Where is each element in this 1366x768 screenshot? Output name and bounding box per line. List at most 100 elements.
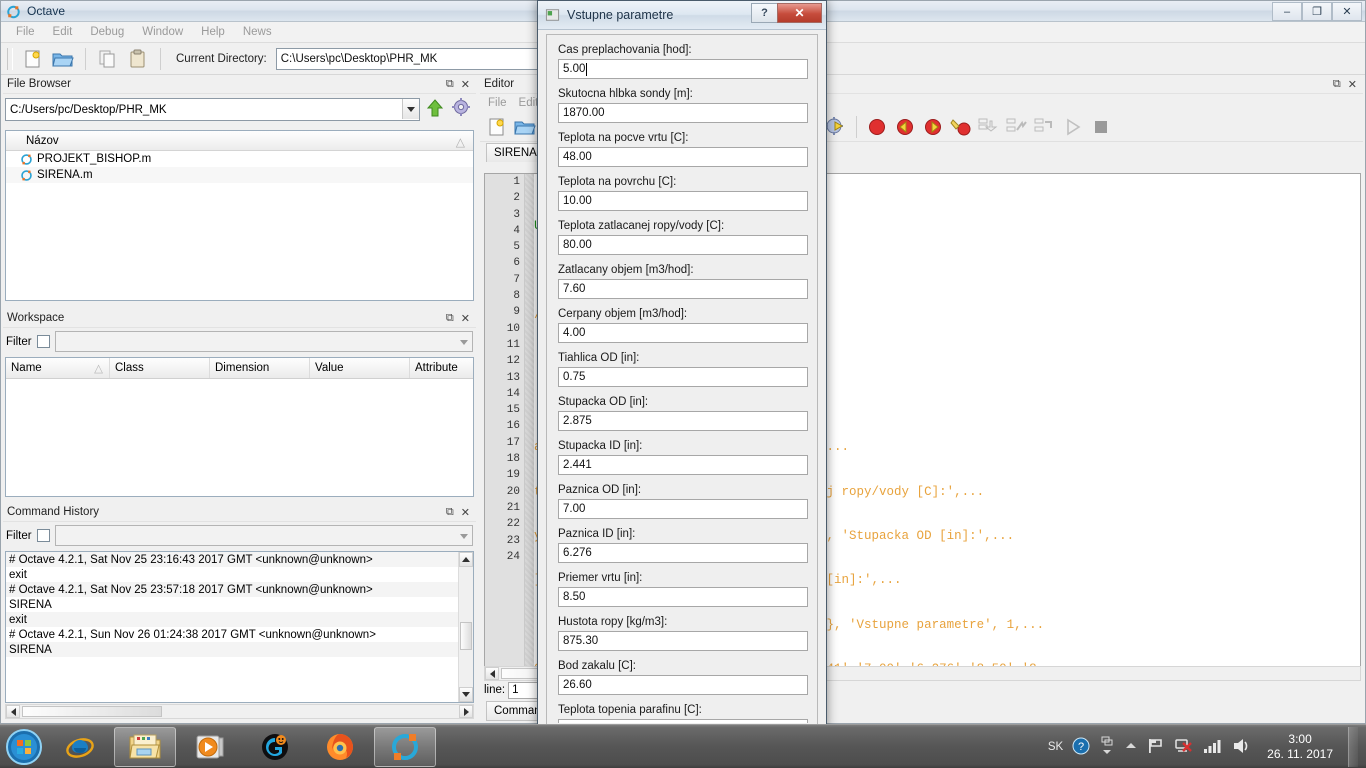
scroll-thumb[interactable] <box>460 622 472 650</box>
workspace-filter-dropdown-arrow[interactable] <box>455 332 472 352</box>
menu-window[interactable]: Window <box>133 24 192 40</box>
language-indicator[interactable]: SK <box>1048 741 1063 753</box>
list-item[interactable]: exit <box>6 612 473 627</box>
breakpoint-icon[interactable] <box>864 114 890 140</box>
chevron-up-icon[interactable] <box>1124 740 1138 755</box>
workspace-col-value[interactable]: Value <box>310 358 410 378</box>
list-item[interactable]: # Octave 4.2.1, Sat Nov 25 23:16:43 2017… <box>6 552 473 567</box>
dialog-close-button[interactable]: ✕ <box>777 3 822 23</box>
workspace-close-icon[interactable]: ✕ <box>461 312 470 325</box>
signal-icon[interactable] <box>1203 737 1223 758</box>
file-browser-up-icon[interactable] <box>424 97 446 122</box>
close-button[interactable]: ✕ <box>1332 2 1362 21</box>
file-explorer-icon[interactable] <box>114 726 176 767</box>
open-file-icon[interactable] <box>50 46 76 72</box>
dialog-form-scroll-area[interactable]: Cas preplachovania [hod]: 5.00 Skutocna … <box>548 36 816 723</box>
field-input-tiahlica-od[interactable]: 0.75 <box>558 367 808 387</box>
editor-new-file-icon[interactable] <box>484 114 510 140</box>
menu-news[interactable]: News <box>234 24 281 40</box>
workspace-filter-checkbox[interactable] <box>36 335 50 348</box>
minimize-button[interactable]: – <box>1272 2 1302 21</box>
dialog-titlebar[interactable]: Vstupne parametre ? ✕ <box>538 1 826 30</box>
flag-action-center-icon[interactable] <box>1147 737 1165 758</box>
list-item[interactable]: exit <box>6 567 473 582</box>
internet-explorer-icon[interactable] <box>49 727 111 767</box>
paste-icon[interactable] <box>125 46 151 72</box>
workspace-filter-input[interactable] <box>54 331 473 352</box>
help-icon[interactable]: ? <box>1072 737 1090 758</box>
step-over-icon[interactable] <box>1032 114 1058 140</box>
workspace-col-dimension[interactable]: Dimension <box>210 358 310 378</box>
field-input-stupacka-id[interactable]: 2.441 <box>558 455 808 475</box>
prev-breakpoint-icon[interactable] <box>892 114 918 140</box>
firefox-icon[interactable] <box>309 727 371 767</box>
next-breakpoint-icon[interactable] <box>920 114 946 140</box>
command-history-filter-dropdown-arrow[interactable] <box>455 526 472 546</box>
field-input-stupacka-od[interactable]: 2.875 <box>558 411 808 431</box>
scroll-left-button[interactable] <box>485 667 499 680</box>
show-desktop-button[interactable] <box>1348 727 1358 767</box>
menu-help[interactable]: Help <box>192 24 234 40</box>
list-item[interactable]: # Octave 4.2.1, Sun Nov 26 01:24:38 2017… <box>6 627 473 642</box>
scroll-up-button[interactable] <box>459 552 473 567</box>
file-browser-settings-gear-icon[interactable] <box>450 97 474 122</box>
volume-icon[interactable] <box>1232 737 1252 758</box>
octave-icon[interactable] <box>374 726 436 767</box>
file-browser-close-icon[interactable]: ✕ <box>461 78 470 91</box>
field-input-cas-preplachovania[interactable]: 5.00 <box>558 59 808 79</box>
copy-icon[interactable] <box>95 46 121 72</box>
field-input-teplota-zatlacanej-ropy-vody[interactable]: 80.00 <box>558 235 808 255</box>
command-history-vertical-scrollbar[interactable] <box>458 552 473 702</box>
field-input-hustota-ropy[interactable]: 875.30 <box>558 631 808 651</box>
workspace-table[interactable]: Name △ Class Dimension Value Attribute <box>5 357 474 497</box>
command-history-close-icon[interactable]: ✕ <box>461 506 470 519</box>
step-in-icon[interactable] <box>976 114 1002 140</box>
scroll-left-button[interactable] <box>6 705 20 718</box>
file-browser-tree[interactable]: Názov △ PROJEKT_BISHOP.m SIRENA.m <box>5 130 474 301</box>
media-player-icon[interactable] <box>179 727 241 767</box>
clock[interactable]: 3:00 26. 11. 2017 <box>1267 732 1333 762</box>
toolbar-grip[interactable] <box>7 47 13 70</box>
list-item[interactable]: SIRENA.m <box>6 167 473 183</box>
workspace-col-name[interactable]: Name △ <box>6 358 110 378</box>
file-browser-path-dropdown-arrow[interactable] <box>402 99 419 119</box>
show-hidden-icons-icon[interactable] <box>1099 735 1115 760</box>
stop-icon[interactable] <box>1088 114 1114 140</box>
field-input-paznica-od[interactable]: 7.00 <box>558 499 808 519</box>
field-input-paznica-id[interactable]: 6.276 <box>558 543 808 563</box>
editor-undock-icon[interactable]: ⧉ <box>1333 78 1341 91</box>
field-input-skutocna-hlbka-sondy[interactable]: 1870.00 <box>558 103 808 123</box>
clear-breakpoints-icon[interactable] <box>948 114 974 140</box>
continue-icon[interactable] <box>1060 114 1086 140</box>
dialog-help-button[interactable]: ? <box>751 3 777 23</box>
field-input-teplota-na-povrchu[interactable]: 10.00 <box>558 191 808 211</box>
field-input-bod-zakalu[interactable]: 26.60 <box>558 675 808 695</box>
command-history-horizontal-scrollbar[interactable] <box>5 704 474 719</box>
list-item[interactable]: # Octave 4.2.1, Sat Nov 25 23:57:18 2017… <box>6 582 473 597</box>
field-input-teplota-topenia-parafinu[interactable] <box>558 719 808 723</box>
restore-button[interactable]: ❐ <box>1302 2 1332 21</box>
field-input-teplota-na-pocve-vrtu[interactable]: 48.00 <box>558 147 808 167</box>
new-file-icon[interactable] <box>20 46 46 72</box>
field-input-zatlacany-objem[interactable]: 7.60 <box>558 279 808 299</box>
command-history-filter-checkbox[interactable] <box>36 529 50 542</box>
editor-close-icon[interactable]: ✕ <box>1348 78 1357 91</box>
workspace-col-attribute[interactable]: Attribute <box>410 358 473 378</box>
file-browser-undock-icon[interactable]: ⧉ <box>446 78 454 91</box>
start-orb-icon[interactable] <box>2 727 46 767</box>
workspace-undock-icon[interactable]: ⧉ <box>446 312 454 325</box>
menu-file[interactable]: File <box>7 24 44 40</box>
g-app-icon[interactable] <box>244 727 306 767</box>
network-error-icon[interactable] <box>1174 737 1194 758</box>
scroll-thumb[interactable] <box>22 706 162 717</box>
sort-ascending-icon[interactable]: △ <box>456 135 465 149</box>
field-input-priemer-vrtu[interactable]: 8.50 <box>558 587 808 607</box>
editor-open-file-icon[interactable] <box>512 114 538 140</box>
step-out-icon[interactable] <box>1004 114 1030 140</box>
list-item[interactable]: SIRENA <box>6 597 473 612</box>
field-input-cerpany-objem[interactable]: 4.00 <box>558 323 808 343</box>
menu-debug[interactable]: Debug <box>81 24 133 40</box>
command-history-undock-icon[interactable]: ⧉ <box>446 506 454 519</box>
list-item[interactable]: SIRENA <box>6 642 473 657</box>
workspace-col-class[interactable]: Class <box>110 358 210 378</box>
